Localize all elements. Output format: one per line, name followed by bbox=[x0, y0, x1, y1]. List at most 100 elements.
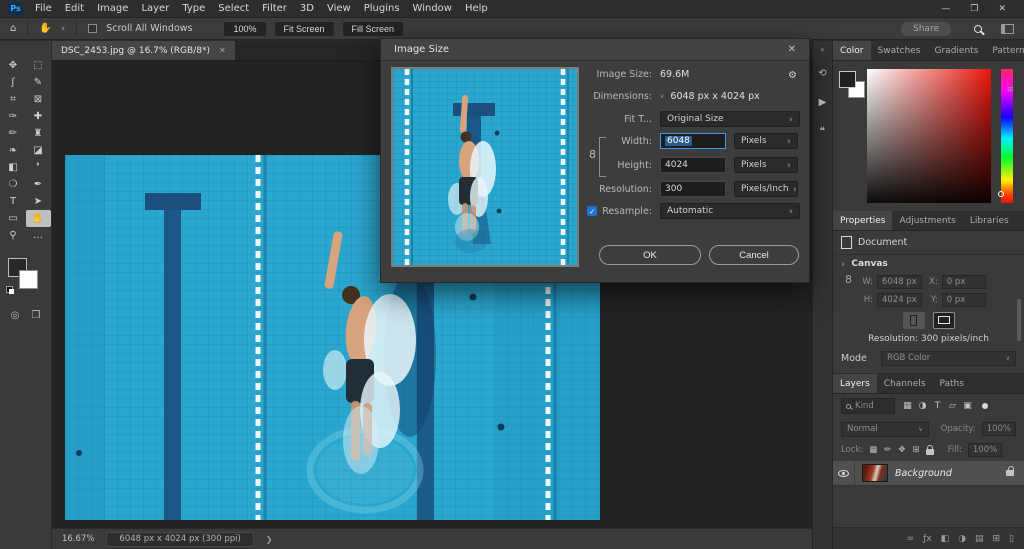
canvas-width-field[interactable]: 6048 px bbox=[877, 275, 922, 289]
close-button[interactable]: ✕ bbox=[998, 4, 1006, 14]
canvas-x-field[interactable]: 0 px bbox=[942, 275, 986, 289]
height-unit-dropdown[interactable]: Pixels ∨ bbox=[734, 157, 798, 173]
canvas-y-field[interactable]: 0 px bbox=[942, 293, 986, 307]
layer-lock-icon[interactable] bbox=[1006, 470, 1014, 476]
quick-mask-button[interactable]: ◎ bbox=[11, 310, 20, 321]
healing-brush-tool[interactable]: ✚ bbox=[26, 108, 51, 125]
filter-smart-objects-icon[interactable]: ▣ bbox=[960, 401, 975, 411]
layer-row-background[interactable]: Background bbox=[833, 460, 1024, 486]
hand-tool[interactable]: ✋ bbox=[26, 210, 51, 227]
delete-layer-icon[interactable]: ▯ bbox=[1009, 534, 1014, 544]
gradient-tool[interactable]: ◧ bbox=[1, 159, 26, 176]
menu-item[interactable]: Window bbox=[413, 3, 452, 14]
menu-item[interactable]: Edit bbox=[65, 3, 84, 14]
portrait-orientation-button[interactable] bbox=[903, 312, 925, 329]
layer-visibility-eye-icon[interactable] bbox=[838, 470, 849, 477]
resample-dropdown[interactable]: Automatic ∨ bbox=[660, 203, 800, 219]
filter-adjustment-layers-icon[interactable]: ◑ bbox=[915, 401, 930, 411]
lock-position-icon[interactable]: ✥ bbox=[898, 445, 905, 455]
share-button[interactable]: Share bbox=[901, 22, 951, 36]
screen-mode-button[interactable]: ❐ bbox=[31, 310, 40, 321]
minimize-button[interactable]: — bbox=[941, 4, 950, 14]
comments-panel-icon[interactable]: ❝ bbox=[820, 126, 825, 137]
link-dimensions-icon[interactable]: 8 bbox=[845, 273, 852, 286]
fit-to-dropdown[interactable]: Original Size ∨ bbox=[660, 111, 800, 127]
zoom-level[interactable]: 16.67% bbox=[62, 534, 94, 544]
resolution-input[interactable]: 300 bbox=[660, 181, 726, 197]
cancel-button[interactable]: Cancel bbox=[709, 245, 799, 265]
lasso-tool[interactable]: ʃ bbox=[1, 74, 26, 91]
lock-transparent-pixels-icon[interactable]: ▦ bbox=[869, 445, 877, 455]
document-tab[interactable]: DSC_2453.jpg @ 16.7% (RGB/8*) ✕ bbox=[52, 41, 235, 60]
frame-tool[interactable]: ⊠ bbox=[26, 91, 51, 108]
tab-color[interactable]: Color bbox=[833, 41, 871, 60]
rectangle-tool[interactable]: ▭ bbox=[1, 210, 26, 227]
menu-item[interactable]: 3D bbox=[300, 3, 314, 14]
scroll-all-windows-checkbox[interactable] bbox=[88, 24, 97, 33]
new-group-icon[interactable]: ▤ bbox=[975, 534, 984, 544]
rectangular-marquee-tool[interactable]: ⬚ bbox=[26, 57, 51, 74]
saturation-square[interactable] bbox=[867, 69, 991, 203]
menu-item[interactable]: Help bbox=[465, 3, 488, 14]
tab-paths[interactable]: Paths bbox=[932, 374, 970, 393]
link-layers-icon[interactable]: ∞ bbox=[907, 534, 915, 544]
tab-channels[interactable]: Channels bbox=[877, 374, 933, 393]
menu-item[interactable]: Image bbox=[97, 3, 128, 14]
ok-button[interactable]: OK bbox=[599, 245, 701, 265]
pen-tool[interactable]: ✒ bbox=[26, 176, 51, 193]
hand-tool-icon[interactable]: ✋ bbox=[39, 23, 51, 34]
tab-adjustments[interactable]: Adjustments bbox=[892, 211, 962, 230]
layer-thumbnail[interactable] bbox=[862, 464, 888, 482]
dialog-close-icon[interactable]: ✕ bbox=[788, 44, 796, 55]
actions-panel-icon[interactable]: ▶ bbox=[819, 97, 827, 108]
dimensions-caret-icon[interactable]: ∨ bbox=[660, 93, 664, 100]
menu-item[interactable]: Select bbox=[218, 3, 249, 14]
default-colors-icon[interactable] bbox=[6, 286, 14, 294]
layer-filter-search[interactable]: Kind bbox=[841, 398, 895, 414]
width-unit-dropdown[interactable]: Pixels ∨ bbox=[734, 133, 798, 149]
fill-field[interactable]: 100% bbox=[968, 443, 1002, 457]
link-dimensions-icon[interactable]: 8 bbox=[589, 148, 596, 161]
tab-libraries[interactable]: Libraries bbox=[963, 211, 1016, 230]
type-tool[interactable]: T bbox=[1, 193, 26, 210]
menu-item[interactable]: Layer bbox=[141, 3, 169, 14]
workspace-switcher-icon[interactable] bbox=[1001, 24, 1014, 34]
path-selection-tool[interactable]: ➤ bbox=[26, 193, 51, 210]
color-panel-menu-icon[interactable]: ≡ bbox=[1006, 85, 1020, 95]
filter-shape-layers-icon[interactable]: ▱ bbox=[945, 401, 960, 411]
background-color-swatch[interactable] bbox=[19, 270, 38, 289]
blend-mode-dropdown[interactable]: Normal ∨ bbox=[841, 422, 929, 437]
properties-scrollbar[interactable] bbox=[1017, 299, 1021, 341]
menu-item[interactable]: Plugins bbox=[364, 3, 400, 14]
tab-gradients[interactable]: Gradients bbox=[928, 41, 986, 60]
fill-screen-button[interactable]: Fill Screen bbox=[343, 22, 404, 36]
search-icon[interactable] bbox=[974, 25, 982, 33]
height-input[interactable]: 4024 bbox=[660, 157, 726, 173]
add-layer-mask-icon[interactable]: ◧ bbox=[941, 534, 950, 544]
zoom-tool[interactable]: ⚲ bbox=[1, 227, 26, 244]
blur-tool[interactable]: ❜ bbox=[26, 159, 51, 176]
lock-image-pixels-icon[interactable]: ✏ bbox=[884, 445, 891, 455]
resample-checkbox[interactable]: ✓ bbox=[587, 206, 597, 216]
canvas-section-caret-icon[interactable]: ∨ bbox=[841, 261, 845, 268]
document-info[interactable]: 6048 px x 4024 px (300 ppi) bbox=[106, 532, 253, 547]
close-tab-icon[interactable]: ✕ bbox=[219, 46, 226, 55]
canvas-height-field[interactable]: 4024 px bbox=[877, 293, 922, 307]
new-layer-icon[interactable]: ⊞ bbox=[993, 534, 1001, 544]
eraser-tool[interactable]: ◪ bbox=[26, 142, 51, 159]
home-icon[interactable]: ⌂ bbox=[10, 23, 16, 34]
menu-item[interactable]: Type bbox=[182, 3, 205, 14]
brush-tool[interactable]: ✏ bbox=[1, 125, 26, 142]
eyedropper-tool[interactable]: ✑ bbox=[1, 108, 26, 125]
clone-stamp-tool[interactable]: ♜ bbox=[26, 125, 51, 142]
crop-tool[interactable]: ⌗ bbox=[1, 91, 26, 108]
tab-swatches[interactable]: Swatches bbox=[871, 41, 928, 60]
edit-toolbar[interactable]: … bbox=[26, 227, 51, 244]
menu-item[interactable]: File bbox=[35, 3, 52, 14]
layer-filter-toggle[interactable] bbox=[982, 403, 988, 409]
dodge-tool[interactable]: ❍ bbox=[1, 176, 26, 193]
filter-type-layers-icon[interactable]: T bbox=[930, 401, 945, 411]
mode-dropdown[interactable]: RGB Color ∨ bbox=[881, 351, 1016, 366]
hue-slider-handle[interactable] bbox=[998, 191, 1004, 197]
resolution-unit-dropdown[interactable]: Pixels/Inch ∨ bbox=[734, 181, 798, 197]
